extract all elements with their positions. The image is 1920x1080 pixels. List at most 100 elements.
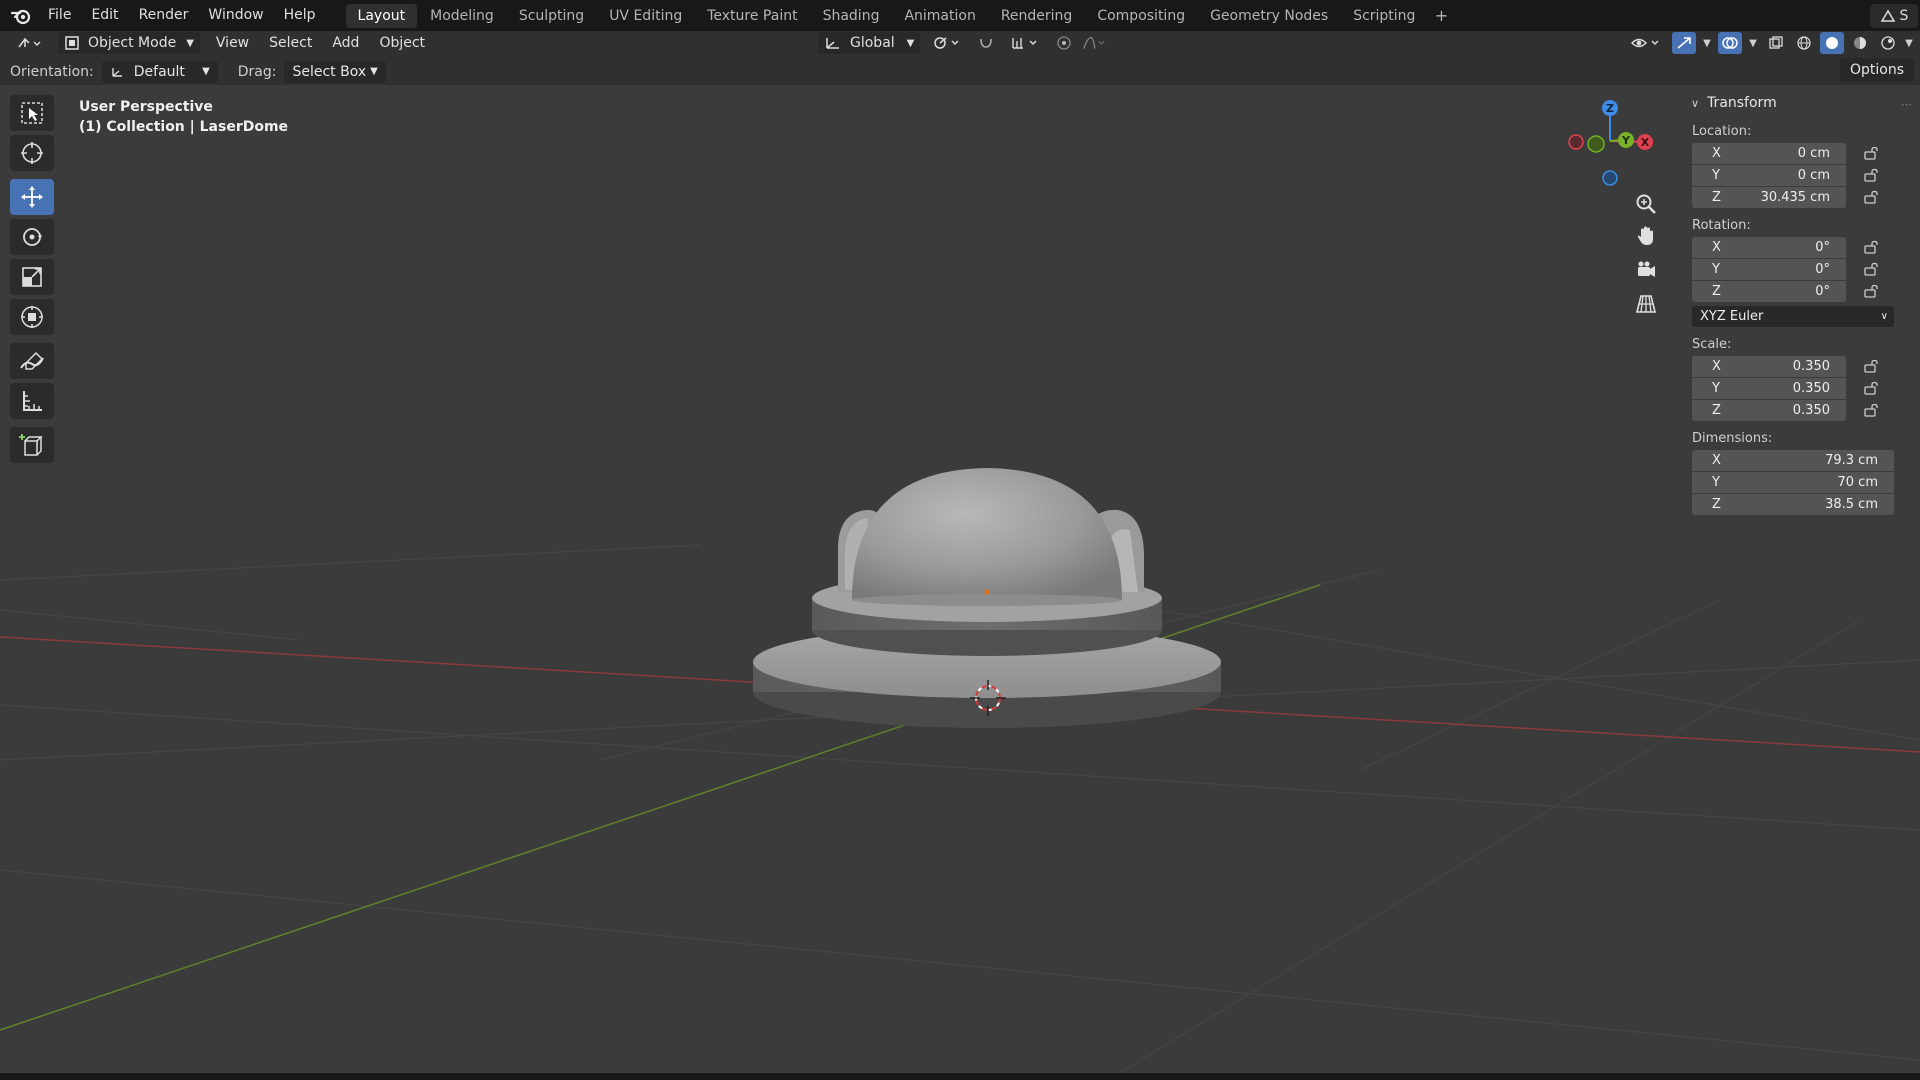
dimensions-y-field[interactable]: Y 70 cm: [1692, 471, 1894, 493]
axis-x-label: X: [1712, 452, 1721, 468]
tab-texture-paint[interactable]: Texture Paint: [695, 4, 809, 28]
tab-compositing[interactable]: Compositing: [1085, 4, 1197, 28]
drag-dropdown[interactable]: Select Box ▼: [284, 60, 386, 83]
cursor-tool[interactable]: [10, 135, 54, 171]
rotate-tool[interactable]: [10, 219, 54, 255]
axis-z-label: Z: [1712, 189, 1721, 205]
pan-hand-icon[interactable]: [1632, 222, 1660, 250]
location-section: Location: X 0 cm Y 0 cm Z 30.435 cm: [1683, 122, 1913, 208]
location-x-field[interactable]: X 0 cm: [1692, 142, 1846, 164]
menu-render[interactable]: Render: [129, 0, 199, 31]
lock-location-y-icon[interactable]: [1858, 165, 1884, 186]
gizmo-neg-y-axis[interactable]: [1587, 135, 1605, 153]
axis-y-label: Y: [1712, 261, 1720, 277]
menu-help[interactable]: Help: [274, 0, 326, 31]
chevron-down-icon: ▼: [186, 37, 194, 49]
tab-scripting[interactable]: Scripting: [1341, 4, 1427, 28]
gizmo-toggle-icon[interactable]: [1672, 32, 1696, 54]
axis-z-label: Z: [1712, 496, 1721, 512]
navigation-gizmo[interactable]: Z X Y: [1560, 96, 1660, 196]
dimensions-x-field[interactable]: X 79.3 cm: [1692, 449, 1894, 471]
gizmo-z-label: Z: [1606, 102, 1614, 115]
proportional-editing-icon[interactable]: [1052, 32, 1076, 54]
scale-x-field[interactable]: X 0.350: [1692, 355, 1846, 377]
location-z-field[interactable]: Z 30.435 cm: [1692, 186, 1846, 208]
tab-uv-editing[interactable]: UV Editing: [597, 4, 694, 28]
lock-location-z-icon[interactable]: [1858, 187, 1884, 208]
perspective-toggle-grid-icon[interactable]: [1632, 290, 1660, 318]
mode-dropdown[interactable]: Object Mode ▼: [58, 32, 200, 54]
lock-scale-x-icon[interactable]: [1858, 356, 1884, 377]
material-preview-shading-icon[interactable]: [1848, 32, 1872, 54]
tab-animation[interactable]: Animation: [892, 4, 987, 28]
dimensions-y-row: Y 70 cm: [1692, 471, 1913, 493]
rendered-shading-icon[interactable]: [1876, 32, 1900, 54]
laserdome-object[interactable]: [753, 468, 1221, 728]
annotate-tool[interactable]: [10, 343, 54, 379]
editor-type-button[interactable]: [10, 32, 48, 54]
rotation-x-field[interactable]: X 0°: [1692, 236, 1846, 258]
tab-sculpting[interactable]: Sculpting: [507, 4, 596, 28]
camera-view-icon[interactable]: [1632, 256, 1660, 284]
location-z-value: 30.435 cm: [1760, 189, 1830, 205]
options-button[interactable]: Options: [1839, 58, 1914, 82]
menu-file[interactable]: File: [38, 0, 81, 31]
scale-tool[interactable]: [10, 259, 54, 295]
add-workspace-button[interactable]: +: [1428, 6, 1454, 25]
menu-object[interactable]: Object: [373, 32, 431, 54]
orientation-dropdown[interactable]: Default ▼: [101, 60, 218, 83]
transform-icon: [21, 306, 43, 328]
transform-tool[interactable]: [10, 299, 54, 335]
blender-logo-icon[interactable]: [4, 0, 38, 31]
pivot-point-dropdown[interactable]: [926, 32, 968, 54]
select-box-tool[interactable]: [10, 95, 54, 131]
gizmo-neg-z-axis[interactable]: [1602, 170, 1618, 186]
tab-shading[interactable]: Shading: [811, 4, 892, 28]
location-y-field[interactable]: Y 0 cm: [1692, 164, 1846, 186]
lock-rotation-y-icon[interactable]: [1858, 259, 1884, 280]
scale-y-row: Y 0.350: [1692, 377, 1913, 399]
xray-toggle-icon[interactable]: [1764, 32, 1788, 54]
dimensions-section: Dimensions: X 79.3 cm Y 70 cm Z 38.5 cm: [1683, 429, 1913, 515]
tab-rendering[interactable]: Rendering: [989, 4, 1085, 28]
tab-geometry-nodes[interactable]: Geometry Nodes: [1198, 4, 1340, 28]
scene-selector[interactable]: S: [1870, 3, 1918, 28]
gizmo-neg-x-axis[interactable]: [1568, 134, 1584, 150]
menu-edit[interactable]: Edit: [81, 0, 128, 31]
scale-y-field[interactable]: Y 0.350: [1692, 377, 1846, 399]
proportional-falloff-icon[interactable]: [1082, 32, 1106, 54]
transform-panel-header[interactable]: ∨ Transform: [1691, 92, 1913, 114]
rotation-mode-dropdown[interactable]: XYZ Euler ∨: [1692, 306, 1894, 327]
menu-select[interactable]: Select: [263, 32, 318, 54]
rotation-y-field[interactable]: Y 0°: [1692, 258, 1846, 280]
snap-target-dropdown[interactable]: [1004, 32, 1046, 54]
overlays-toggle-icon[interactable]: [1718, 32, 1742, 54]
snap-toggle-icon[interactable]: [974, 32, 998, 54]
lock-scale-z-icon[interactable]: [1858, 400, 1884, 421]
move-tool[interactable]: [10, 179, 54, 215]
annotate-pencil-icon: [20, 351, 44, 370]
lock-rotation-x-icon[interactable]: [1858, 237, 1884, 258]
solid-shading-icon[interactable]: [1820, 32, 1844, 54]
menu-view[interactable]: View: [210, 32, 255, 54]
zoom-icon[interactable]: [1632, 190, 1660, 218]
transform-orientation-dropdown[interactable]: Global ▼: [818, 32, 921, 54]
dimensions-z-field[interactable]: Z 38.5 cm: [1692, 493, 1894, 515]
tab-layout[interactable]: Layout: [345, 3, 418, 28]
measure-tool[interactable]: [10, 383, 54, 419]
menu-add[interactable]: Add: [326, 32, 365, 54]
visibility-dropdown[interactable]: [1624, 32, 1668, 54]
add-cube-tool[interactable]: [10, 427, 54, 463]
lock-location-x-icon[interactable]: [1858, 143, 1884, 164]
wireframe-shading-icon[interactable]: [1792, 32, 1816, 54]
lock-scale-y-icon[interactable]: [1858, 378, 1884, 399]
lock-rotation-z-icon[interactable]: [1858, 281, 1884, 302]
shading-dropdown-chevron-down-icon[interactable]: ▼: [1904, 32, 1914, 54]
drag-handle-icon[interactable]: ⋯: [1901, 98, 1913, 111]
menu-window[interactable]: Window: [198, 0, 273, 31]
rotation-z-field[interactable]: Z 0°: [1692, 280, 1846, 302]
overlays-dropdown-chevron-down-icon[interactable]: ▼: [1746, 32, 1760, 54]
scale-z-field[interactable]: Z 0.350: [1692, 399, 1846, 421]
tab-modeling[interactable]: Modeling: [418, 4, 506, 28]
gizmo-dropdown-chevron-down-icon[interactable]: ▼: [1700, 32, 1714, 54]
